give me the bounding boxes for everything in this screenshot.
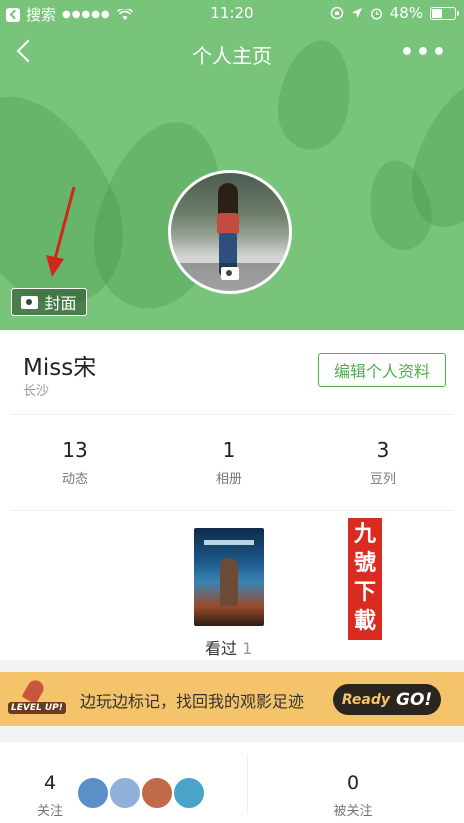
promo-banner[interactable]: LEVEL UP! 边玩边标记，找回我的观影足迹 Ready GO! <box>0 672 464 726</box>
stat-albums[interactable]: 1 相册 <box>179 438 279 487</box>
user-name: Miss宋 <box>23 355 97 381</box>
navigation-bar: 个人主页 ••• <box>0 30 464 74</box>
watermark-stamp: 九號下載 <box>346 516 384 642</box>
seen-count: 1 <box>242 639 253 658</box>
ready-label: Ready <box>341 691 390 708</box>
page-title: 个人主页 <box>192 44 272 68</box>
divider <box>10 414 454 415</box>
banner-text: 边玩边标记，找回我的观影足迹 <box>80 692 305 711</box>
stat-label: 动态 <box>61 472 88 487</box>
alarm-icon <box>370 7 382 20</box>
annotation-arrow-icon <box>46 186 76 277</box>
stat-posts[interactable]: 13 动态 <box>25 438 125 487</box>
stat-value: 3 <box>376 438 390 462</box>
cover-button-label: 封面 <box>44 294 77 313</box>
following-avatar <box>108 776 142 810</box>
camera-icon <box>21 295 39 309</box>
level-up-badge: LEVEL UP! <box>8 677 66 718</box>
rocket-icon <box>21 677 47 705</box>
more-options-icon[interactable]: ••• <box>400 40 448 65</box>
edit-profile-button[interactable]: 编辑个人资料 <box>318 353 446 387</box>
divider <box>10 510 454 511</box>
stat-label: 豆列 <box>369 472 396 487</box>
battery-icon <box>430 6 459 20</box>
orientation-lock-icon <box>330 6 343 20</box>
stat-value: 13 <box>62 438 88 462</box>
stat-doulists[interactable]: 3 豆列 <box>333 438 433 487</box>
level-up-text: LEVEL UP! <box>8 702 66 714</box>
seen-label-text: 看过 <box>205 639 238 658</box>
ready-go-button[interactable]: Ready GO! <box>333 684 441 715</box>
avatar[interactable] <box>168 170 292 294</box>
following-label: 关注 <box>36 804 63 819</box>
profile-card: Miss宋 长沙 编辑个人资料 13 动态 1 相册 3 豆列 看过 1 九號下… <box>0 330 464 660</box>
stats-row: 13 动态 1 相册 3 豆列 <box>0 438 464 498</box>
following-section[interactable]: 4 关注 <box>0 742 247 823</box>
location-icon <box>351 8 362 18</box>
camera-icon[interactable] <box>221 267 239 280</box>
followers-section[interactable]: 0 被关注 <box>248 742 464 823</box>
movie-poster[interactable] <box>194 528 264 626</box>
battery-percent: 48% <box>389 4 423 22</box>
profile-cover[interactable]: 搜索 ●●●●● 11:20 48% 个人主页 ••• 封面 <box>0 0 464 330</box>
stat-label: 相册 <box>215 472 242 487</box>
go-label: GO! <box>396 689 433 710</box>
follow-card: 4 关注 0 被关注 <box>0 742 464 823</box>
seen-label[interactable]: 看过 1 <box>205 635 252 659</box>
cover-button[interactable]: 封面 <box>11 288 87 316</box>
status-bar: 搜索 ●●●●● 11:20 48% <box>0 0 464 26</box>
stat-value: 1 <box>222 438 236 462</box>
following-avatar <box>140 776 174 810</box>
user-city: 长沙 <box>23 384 50 399</box>
following-count: 4 <box>43 772 57 794</box>
followers-label: 被关注 <box>333 804 373 819</box>
followers-count: 0 <box>346 772 360 794</box>
following-avatar <box>76 776 110 810</box>
following-avatar <box>172 776 206 810</box>
